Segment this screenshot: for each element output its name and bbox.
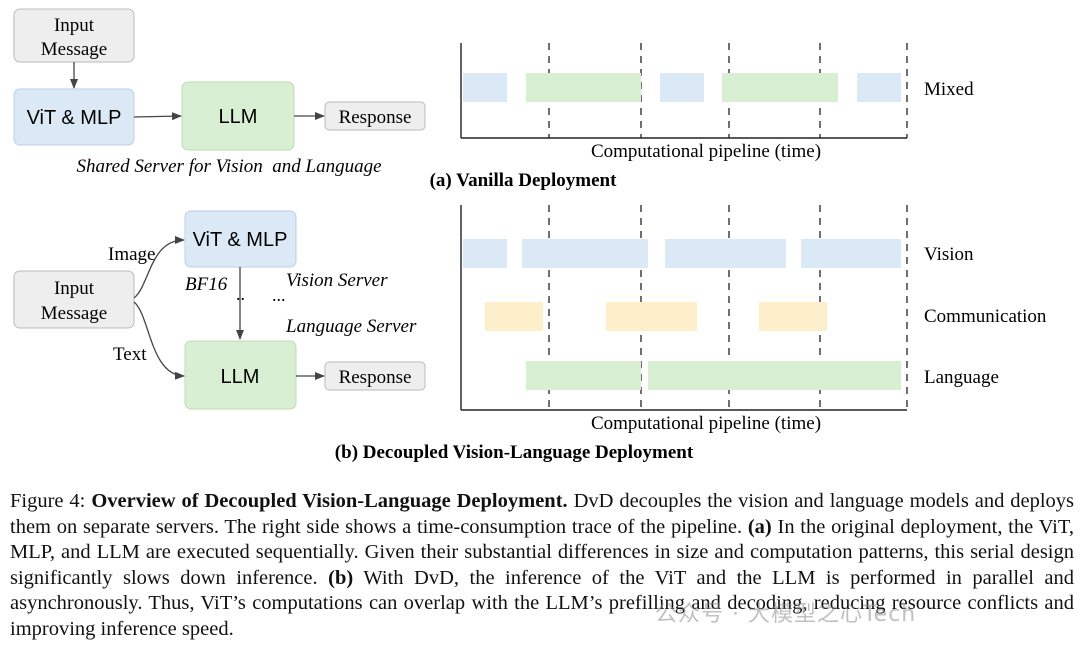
vision-segment	[665, 239, 786, 268]
vanilla-language-segment	[526, 73, 641, 102]
vanilla-timeline: Computational pipeline (time) Mixed	[460, 43, 974, 162]
vanilla-row-label-mixed: Mixed	[924, 79, 974, 100]
decoupled-axis-label: Computational pipeline (time)	[591, 413, 821, 434]
decoupled-response-label: Response	[339, 367, 412, 388]
vanilla-vit-label: ViT & MLP	[27, 107, 122, 129]
language-segment	[648, 361, 901, 390]
vision-segment	[463, 239, 507, 268]
text-branch-label: Text	[113, 344, 147, 365]
row-label-vision: Vision	[924, 244, 974, 265]
vanilla-server-caption: Shared Server for Vision and Language	[76, 156, 381, 177]
figure-label: Figure 4:	[10, 490, 86, 512]
vanilla-axis-label: Computational pipeline (time)	[591, 141, 821, 162]
dots-1: ..	[236, 284, 245, 304]
vanilla-vision-segment	[463, 73, 507, 102]
bf16-label: BF16	[185, 274, 228, 295]
row-label-communication: Communication	[924, 306, 1047, 327]
vanilla-llm-label: LLM	[219, 106, 258, 128]
decoupled-vit-label: ViT & MLP	[193, 229, 288, 251]
communication-segment	[606, 302, 697, 331]
vanilla-vision-segment	[660, 73, 704, 102]
vision-segment	[522, 239, 648, 268]
decoupled-llm-label: LLM	[221, 366, 260, 388]
vanilla-language-segment	[722, 73, 838, 102]
decoupled-timeline: Computational pipeline (time) Vision Com…	[460, 205, 1047, 434]
vanilla-vision-segment	[857, 73, 901, 102]
decoupled-subtitle: (b) Decoupled Vision-Language Deployment	[335, 442, 694, 463]
language-segment	[526, 361, 641, 390]
vanilla-input-label-2: Message	[41, 39, 107, 60]
communication-segment	[759, 302, 827, 331]
caption-title: Overview of Decoupled Vision-Language De…	[91, 490, 568, 512]
row-label-language: Language	[924, 367, 999, 388]
vanilla-response-label: Response	[339, 107, 412, 128]
vanilla-vit-to-llm-arrow	[133, 112, 182, 121]
caption-a-label: (a)	[747, 515, 772, 538]
dots-2: ...	[272, 285, 286, 305]
vision-server-label: Vision Server	[286, 270, 388, 291]
vanilla-input-label-1: Input	[54, 15, 95, 36]
image-branch-label: Image	[108, 244, 155, 265]
deployment-diagram: Input Message ViT & MLP LLM Response Sha…	[13, 8, 1047, 463]
caption-b-label: (b)	[328, 566, 354, 589]
watermark: 公众号 · 大模型之心Tech	[655, 602, 917, 627]
communication-segment	[485, 302, 543, 331]
language-server-label: Language Server	[285, 316, 417, 337]
vanilla-subtitle: (a) Vanilla Deployment	[430, 170, 618, 191]
vision-segment	[801, 239, 901, 268]
decoupled-input-label-1: Input	[54, 278, 95, 299]
decoupled-input-label-2: Message	[41, 303, 107, 324]
